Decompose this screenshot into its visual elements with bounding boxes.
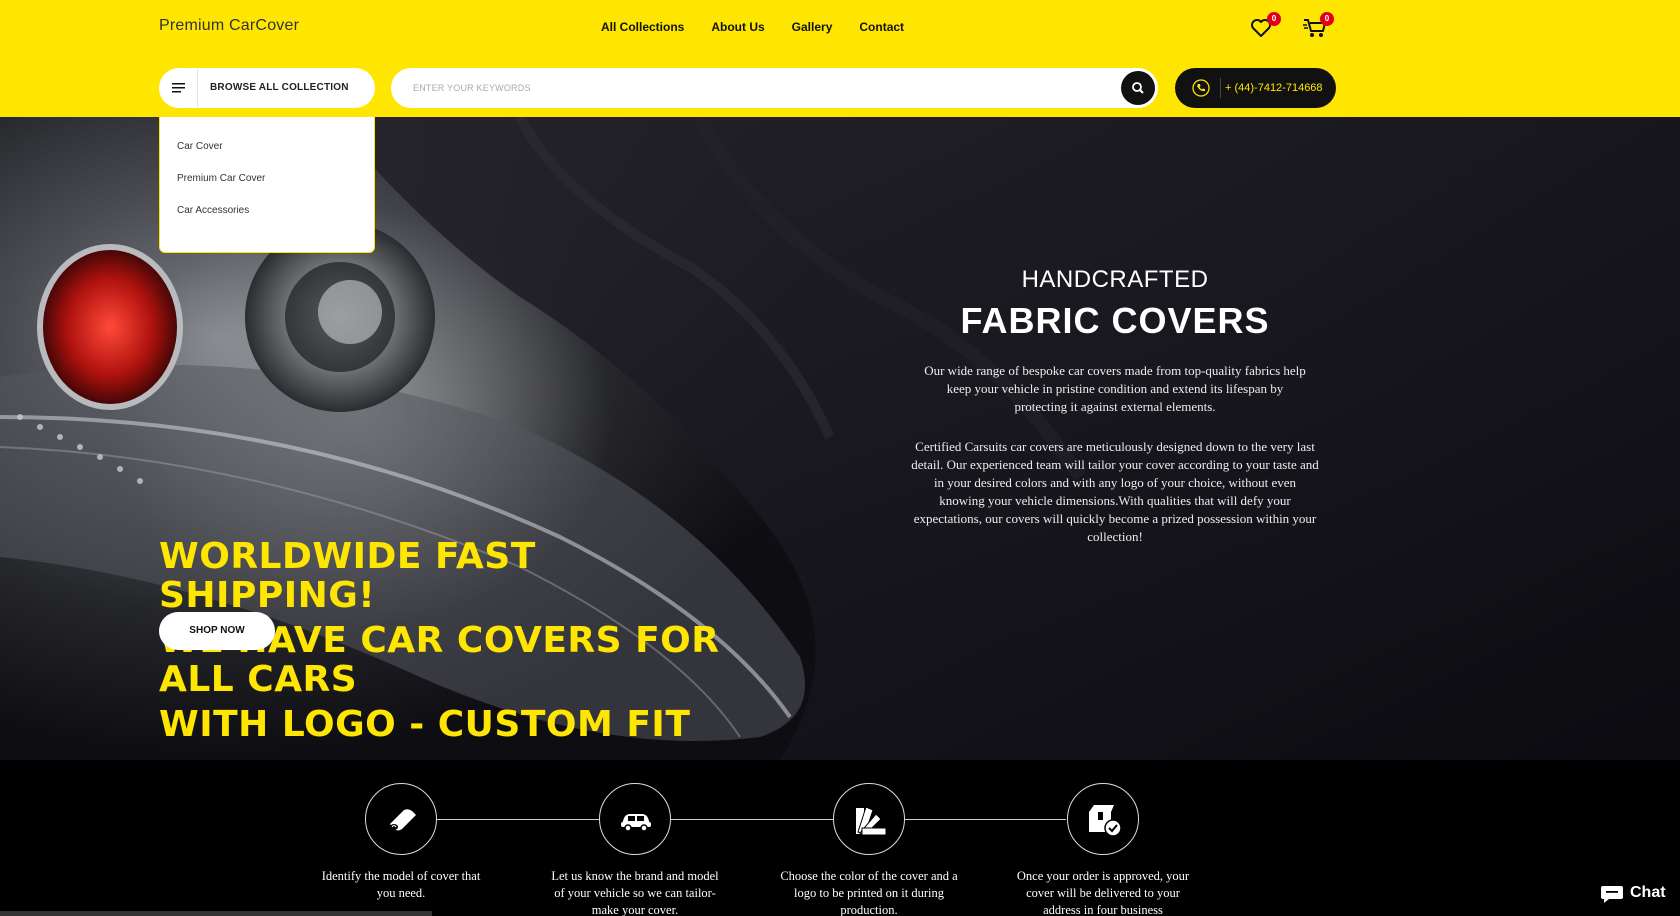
wishlist-button[interactable]: 0 xyxy=(1249,12,1281,42)
dropdown-item-car-cover[interactable]: Car Cover xyxy=(177,141,223,152)
step-1-circle xyxy=(365,783,437,855)
collections-dropdown: Car Cover Premium Car Cover Car Accessor… xyxy=(159,117,375,253)
nav-all-collections[interactable]: All Collections xyxy=(601,20,684,34)
browse-label: BROWSE ALL COLLECTION xyxy=(210,82,349,93)
search-icon xyxy=(1132,82,1144,94)
hero-paragraph-2: Certified Carsuits car covers are meticu… xyxy=(911,439,1319,544)
hero-paragraph-1: Our wide range of bespoke car covers mad… xyxy=(924,363,1306,414)
phone-number: + (44)-7412-714668 xyxy=(1225,82,1323,94)
steps-connector-line xyxy=(436,819,1066,820)
shop-now-button[interactable]: SHOP NOW xyxy=(159,612,275,650)
phone-button[interactable]: + (44)-7412-714668 xyxy=(1175,68,1336,108)
cart-count-badge: 0 xyxy=(1320,12,1334,26)
step-2-text: Let us know the brand and model of your … xyxy=(551,869,719,916)
cart-button[interactable]: 0 xyxy=(1302,12,1334,42)
chat-button[interactable]: Chat xyxy=(1590,876,1680,910)
search-input[interactable] xyxy=(413,78,1093,98)
step-3-text: Choose the color of the cover and a logo… xyxy=(780,869,958,916)
hero-kicker: HANDCRAFTED xyxy=(1021,266,1209,293)
hero-title: FABRIC COVERS xyxy=(960,300,1270,341)
main-nav: All Collections About Us Gallery Contact xyxy=(601,20,931,34)
phone-icon xyxy=(1192,79,1210,97)
search-button[interactable] xyxy=(1121,71,1155,105)
nav-gallery[interactable]: Gallery xyxy=(792,20,833,34)
divider xyxy=(1220,78,1221,98)
process-steps: Identify the model of cover that you nee… xyxy=(0,760,1680,916)
fabric-roll-icon xyxy=(390,809,416,831)
step-4-circle xyxy=(1067,783,1139,855)
site-logo[interactable]: Premium CarCover xyxy=(159,17,299,35)
car-icon xyxy=(621,814,651,832)
chat-bubble-icon xyxy=(1601,886,1623,903)
step-1-text: Identify the model of cover that you nee… xyxy=(321,869,481,900)
menu-icon xyxy=(172,83,185,93)
delivery-box-icon xyxy=(1089,805,1122,837)
browse-collections-button[interactable]: BROWSE ALL COLLECTION xyxy=(159,68,375,108)
headline-line-1: WORLDWIDE FAST SHIPPING! xyxy=(159,536,536,616)
divider xyxy=(197,68,198,108)
chat-label: Chat xyxy=(1630,884,1666,901)
color-swatch-icon xyxy=(856,806,887,836)
dropdown-item-car-accessories[interactable]: Car Accessories xyxy=(177,205,249,216)
horizontal-scrollbar[interactable] xyxy=(0,911,432,916)
step-4-text: Once your order is approved, your cover … xyxy=(1016,869,1190,916)
step-3-circle xyxy=(833,783,905,855)
nav-contact[interactable]: Contact xyxy=(859,20,904,34)
wishlist-count-badge: 0 xyxy=(1267,12,1281,26)
nav-about-us[interactable]: About Us xyxy=(711,20,764,34)
step-2-circle xyxy=(599,783,671,855)
search-bar xyxy=(391,68,1158,108)
headline-line-3: WITH LOGO - CUSTOM FIT xyxy=(159,704,691,745)
dropdown-item-premium-car-cover[interactable]: Premium Car Cover xyxy=(177,173,265,184)
site-header: Premium CarCover All Collections About U… xyxy=(0,0,1680,117)
